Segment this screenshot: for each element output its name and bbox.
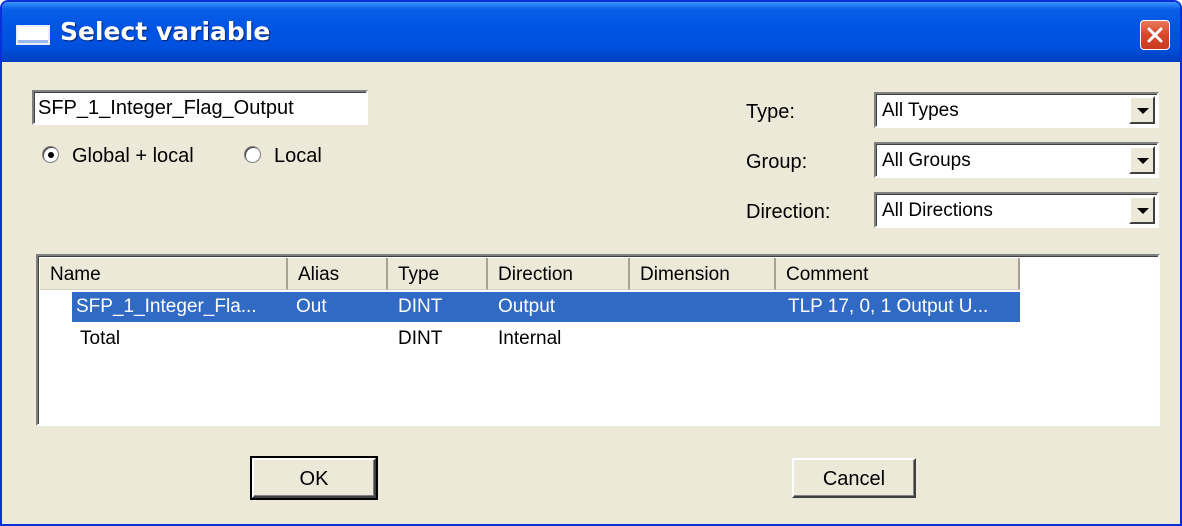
table-row[interactable]: SFP_1_Integer_Fla... Out DINT Output TLP…	[40, 292, 1020, 322]
variable-name-input[interactable]	[38, 95, 362, 121]
variables-list[interactable]: Name Alias Type Direction Dimension Comm…	[36, 254, 1160, 426]
direction-dropdown-button[interactable]	[1129, 196, 1155, 224]
cell-name: SFP_1_Integer_Fla...	[76, 296, 257, 317]
group-dropdown-button[interactable]	[1129, 146, 1155, 174]
select-variable-dialog: Select variable Global + local Local Typ…	[0, 0, 1182, 526]
cell-direction: Internal	[498, 328, 562, 349]
column-header-name[interactable]: Name	[40, 258, 288, 290]
chevron-down-icon	[1137, 208, 1149, 214]
type-select[interactable]: All Types	[874, 92, 1159, 128]
cell-type: DINT	[398, 328, 443, 349]
ok-button-label: OK	[299, 468, 329, 490]
cancel-button-label: Cancel	[822, 468, 886, 490]
window-icon	[16, 25, 50, 45]
chevron-down-icon	[1137, 108, 1149, 114]
close-button[interactable]	[1140, 20, 1170, 50]
radio-selected-dot	[48, 152, 54, 158]
type-label: Type:	[746, 101, 795, 123]
group-select[interactable]: All Groups	[874, 142, 1159, 178]
radio-local-label: Local	[274, 145, 322, 167]
column-header-dimension[interactable]: Dimension	[630, 258, 776, 290]
list-header: Name Alias Type Direction Dimension Comm…	[40, 258, 1020, 290]
variable-name-field[interactable]	[32, 90, 368, 125]
cell-name: Total	[80, 328, 121, 349]
cancel-button[interactable]: Cancel	[792, 458, 916, 498]
cell-type: DINT	[398, 296, 443, 317]
column-header-direction[interactable]: Direction	[488, 258, 630, 290]
column-header-alias[interactable]: Alias	[288, 258, 388, 290]
close-icon	[1147, 27, 1163, 43]
direction-select[interactable]: All Directions	[874, 192, 1159, 228]
direction-select-value: All Directions	[882, 200, 993, 221]
cell-comment: TLP 17, 0, 1 Output U...	[788, 296, 989, 317]
type-dropdown-button[interactable]	[1129, 96, 1155, 124]
radio-circle[interactable]	[42, 146, 59, 163]
ok-button[interactable]: OK	[250, 456, 378, 500]
type-select-value: All Types	[882, 100, 959, 121]
window-title: Select variable	[60, 17, 271, 46]
chevron-down-icon	[1137, 158, 1149, 164]
group-label: Group:	[746, 151, 808, 173]
column-header-comment[interactable]: Comment	[776, 258, 1020, 290]
group-select-value: All Groups	[882, 150, 971, 171]
radio-global-local-label: Global + local	[72, 145, 194, 167]
cell-direction: Output	[498, 296, 556, 317]
radio-circle[interactable]	[244, 146, 261, 163]
title-bar[interactable]: Select variable	[2, 2, 1180, 62]
radio-global-local[interactable]: Global + local	[42, 143, 212, 169]
table-row[interactable]: Total DINT Internal	[40, 324, 1020, 354]
direction-label: Direction:	[746, 201, 831, 223]
column-header-type[interactable]: Type	[388, 258, 488, 290]
cell-alias: Out	[296, 296, 327, 317]
radio-local[interactable]: Local	[244, 143, 334, 169]
